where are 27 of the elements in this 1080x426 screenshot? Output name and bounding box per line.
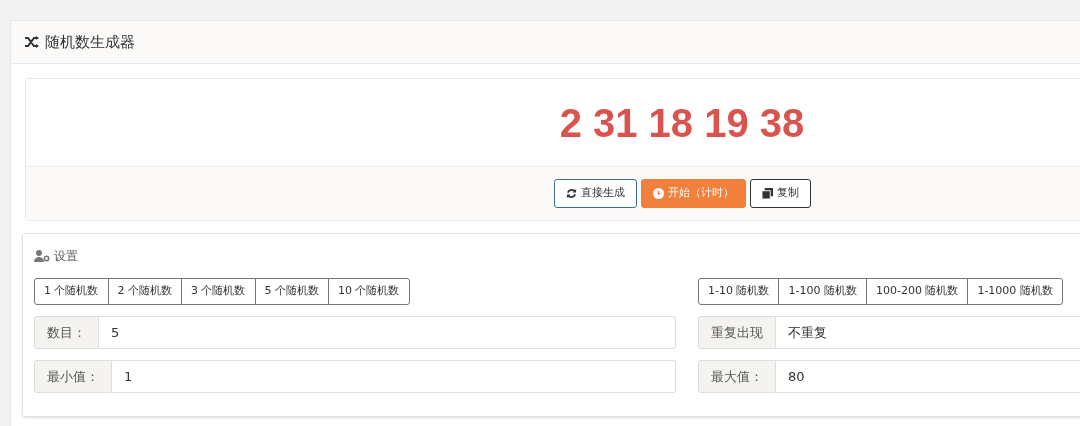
preset-button[interactable]: 3 个随机数: [181, 278, 256, 305]
field-label: 数目：: [34, 316, 99, 349]
user-gear-icon: [34, 250, 50, 262]
input-field[interactable]: 1: [112, 360, 676, 393]
field-label: 重复出现: [698, 316, 776, 349]
action-button[interactable]: 复制: [749, 179, 811, 208]
field-label: 最小值：: [34, 360, 112, 393]
panel-title: 随机数生成器: [45, 31, 135, 53]
input-field[interactable]: 80: [776, 360, 1080, 393]
shuffle-icon: [25, 36, 39, 48]
input-field[interactable]: 不重复: [776, 316, 1080, 349]
field-label: 最大值：: [698, 360, 776, 393]
preset-button[interactable]: 1-100 随机数: [778, 278, 867, 305]
preset-button[interactable]: 2 个随机数: [107, 278, 182, 305]
preset-button[interactable]: 1-10 随机数: [698, 278, 780, 305]
action-button[interactable]: 直接生成: [553, 179, 637, 208]
clock-icon: [652, 188, 664, 199]
refresh-icon: [565, 188, 577, 199]
random-numbers: 2 31 18 19 38: [559, 99, 805, 147]
settings-title: 设置: [54, 248, 78, 265]
preset-button[interactable]: 5 个随机数: [254, 278, 329, 305]
preset-button[interactable]: 10 个随机数: [328, 278, 410, 305]
preset-button[interactable]: 100-200 随机数: [865, 278, 969, 305]
copy-icon: [761, 188, 773, 199]
preset-button[interactable]: 1-1000 随机数: [967, 278, 1063, 305]
input-field[interactable]: 5: [99, 316, 676, 349]
preset-button[interactable]: 1 个随机数: [34, 278, 109, 305]
